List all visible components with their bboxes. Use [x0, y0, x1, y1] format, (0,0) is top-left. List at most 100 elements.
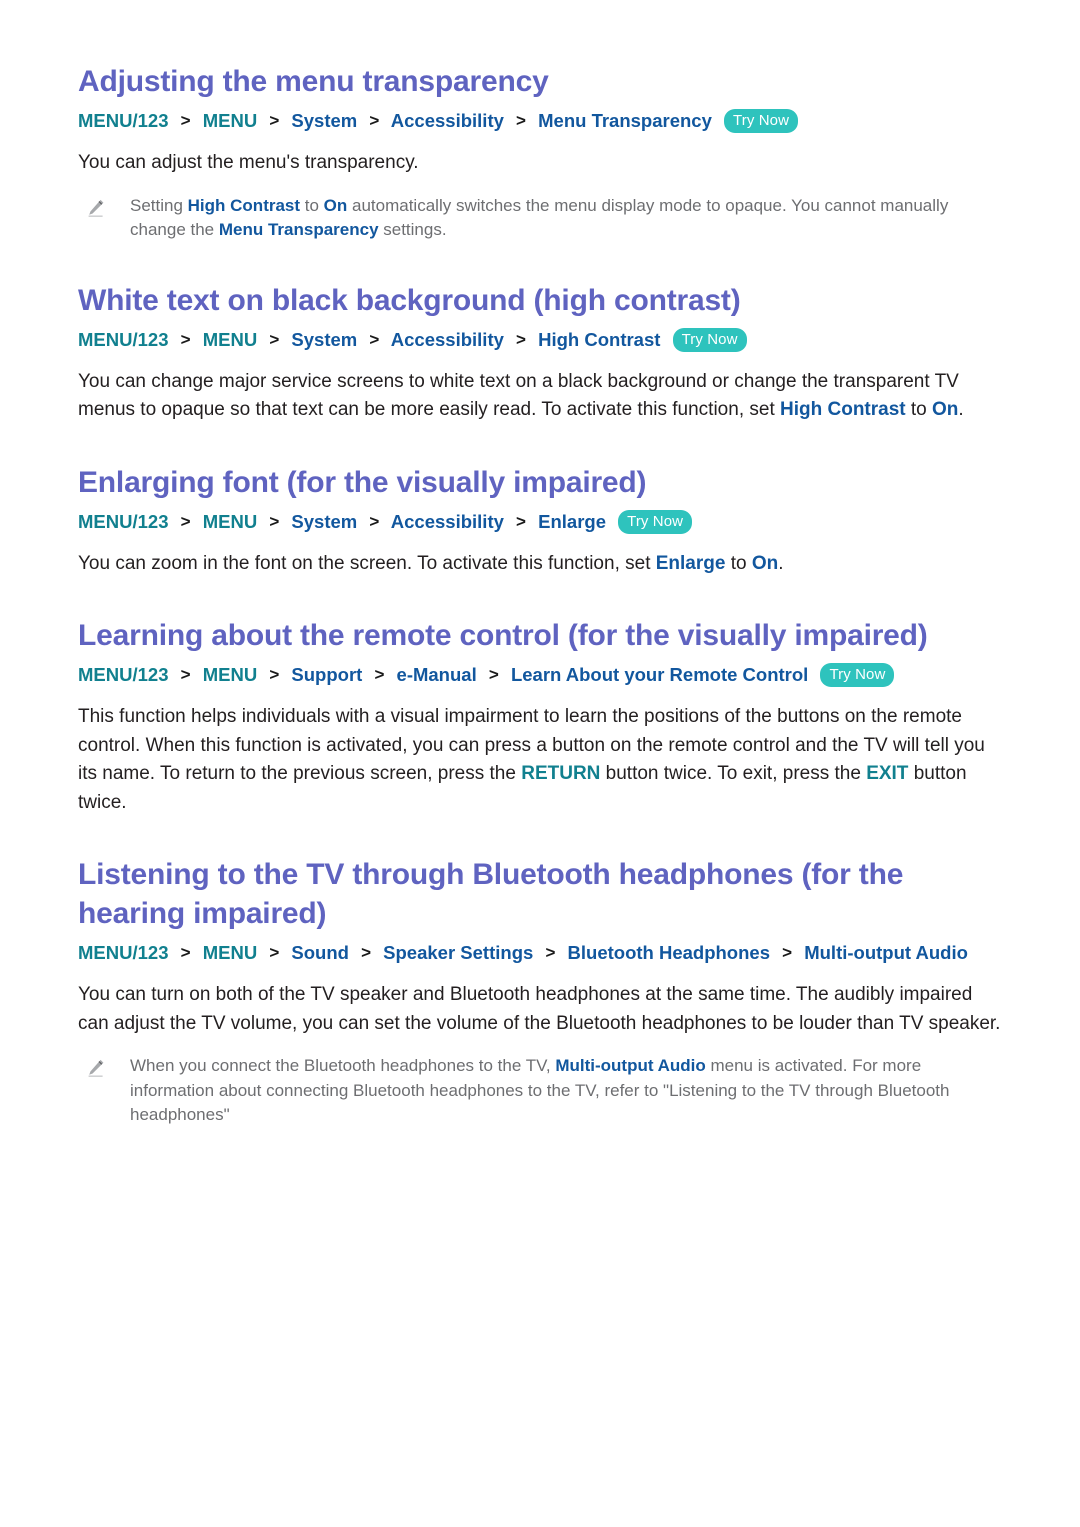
note-text: Setting High Contrast to On automaticall…	[130, 194, 1002, 243]
chevron-right-icon: >	[180, 111, 191, 130]
section-body: You can turn on both of the TV speaker a…	[78, 981, 1002, 1038]
breadcrumb-item-accessibility[interactable]: Accessibility	[391, 329, 504, 350]
section-high-contrast: White text on black background (high con…	[78, 281, 1002, 425]
section-learn-remote: Learning about the remote control (for t…	[78, 616, 1002, 817]
chevron-right-icon: >	[361, 943, 372, 962]
breadcrumb-item-menu-transparency[interactable]: Menu Transparency	[538, 110, 712, 131]
chevron-right-icon: >	[269, 943, 280, 962]
body-text-part3: .	[778, 552, 784, 574]
breadcrumb-item-high-contrast[interactable]: High Contrast	[538, 329, 660, 350]
breadcrumb-item-menu123[interactable]: MENU/123	[78, 511, 168, 532]
chevron-right-icon: >	[180, 511, 191, 531]
note-text-part4: settings.	[378, 220, 447, 239]
section-menu-transparency: Adjusting the menu transparency MENU/123…	[78, 62, 1002, 243]
chevron-right-icon: >	[180, 665, 191, 684]
body-text-part2: to	[725, 552, 752, 574]
body-highlight-on: On	[751, 552, 779, 574]
chevron-right-icon: >	[269, 111, 280, 130]
chevron-right-icon: >	[374, 665, 385, 684]
try-now-button[interactable]: Try Now	[618, 509, 693, 534]
chevron-right-icon: >	[269, 329, 280, 349]
note-highlight-on: On	[323, 195, 348, 215]
body-text-part2: button twice. To exit, press the	[600, 763, 867, 784]
note-text-part1: When you connect the Bluetooth headphone…	[130, 1056, 556, 1075]
body-text: You can adjust the menu's transparency.	[78, 152, 419, 173]
breadcrumb-item-menu[interactable]: MENU	[203, 942, 257, 963]
breadcrumb-item-system[interactable]: System	[291, 511, 357, 532]
breadcrumb-item-sound[interactable]: Sound	[291, 942, 349, 963]
chevron-right-icon: >	[516, 511, 526, 531]
chevron-right-icon: >	[180, 329, 191, 349]
chevron-right-icon: >	[782, 943, 793, 962]
body-text-part2: to	[905, 399, 933, 420]
body-highlight-enlarge: Enlarge	[655, 552, 726, 574]
chevron-right-icon: >	[516, 111, 526, 130]
breadcrumb: MENU/123 > MENU > System > Accessibility…	[78, 326, 1002, 355]
body-highlight-return: RETURN	[521, 763, 601, 784]
page-title: Learning about the remote control (for t…	[78, 619, 928, 652]
pencil-icon	[86, 194, 130, 243]
breadcrumb-item-e-manual[interactable]: e-Manual	[397, 664, 477, 685]
breadcrumb-item-learn-about-remote[interactable]: Learn About your Remote Control	[511, 664, 808, 685]
chevron-right-icon: >	[369, 329, 380, 349]
note-text-part1: Setting	[130, 195, 188, 215]
chevron-right-icon: >	[369, 111, 380, 130]
page-title: Listening to the TV through Bluetooth he…	[78, 858, 904, 930]
breadcrumb: MENU/123 > MENU > System > Accessibility…	[78, 107, 1002, 136]
breadcrumb-item-speaker-settings[interactable]: Speaker Settings	[383, 942, 533, 963]
pencil-icon	[86, 1054, 130, 1128]
chevron-right-icon: >	[269, 511, 280, 531]
breadcrumb-item-enlarge[interactable]: Enlarge	[538, 511, 606, 532]
note-highlight-multi-output-audio: Multi-output Audio	[555, 1056, 706, 1075]
section-body: You can adjust the menu's transparency.	[78, 149, 1002, 178]
page-title: White text on black background (high con…	[78, 283, 741, 317]
breadcrumb-item-multi-output-audio[interactable]: Multi-output Audio	[804, 942, 968, 963]
body-text-part1: You can zoom in the font on the screen. …	[78, 552, 656, 574]
breadcrumb-item-bluetooth-headphones[interactable]: Bluetooth Headphones	[568, 942, 770, 963]
breadcrumb-item-support[interactable]: Support	[291, 664, 362, 685]
chevron-right-icon: >	[516, 329, 526, 349]
note-block: When you connect the Bluetooth headphone…	[78, 1054, 1002, 1128]
body-text-part3: .	[958, 399, 964, 420]
note-highlight-high-contrast: High Contrast	[187, 195, 301, 215]
chevron-right-icon: >	[180, 943, 191, 962]
breadcrumb-item-system[interactable]: System	[291, 329, 357, 350]
note-text-part2: to	[300, 195, 324, 215]
note-text: When you connect the Bluetooth headphone…	[130, 1054, 1002, 1128]
breadcrumb: MENU/123 > MENU > Sound > Speaker Settin…	[78, 939, 1002, 968]
breadcrumb-item-menu123[interactable]: MENU/123	[78, 664, 168, 685]
chevron-right-icon: >	[369, 511, 380, 531]
note-highlight-menu-transparency: Menu Transparency	[218, 220, 379, 239]
manual-page: Adjusting the menu transparency MENU/123…	[0, 0, 1080, 1527]
breadcrumb-item-accessibility[interactable]: Accessibility	[391, 110, 504, 131]
page-title: Enlarging font (for the visually impaire…	[78, 465, 647, 499]
try-now-button[interactable]: Try Now	[672, 327, 747, 352]
page-title: Adjusting the menu transparency	[78, 65, 549, 98]
section-enlarge-font: Enlarging font (for the visually impaire…	[78, 463, 1002, 579]
chevron-right-icon: >	[269, 665, 280, 684]
chevron-right-icon: >	[488, 665, 499, 684]
try-now-button[interactable]: Try Now	[820, 663, 895, 687]
body-highlight-exit: EXIT	[866, 763, 909, 784]
chevron-right-icon: >	[545, 943, 556, 962]
breadcrumb: MENU/123 > MENU > System > Accessibility…	[78, 508, 1002, 537]
body-highlight-high-contrast: High Contrast	[780, 399, 906, 420]
section-body: You can zoom in the font on the screen. …	[78, 550, 1002, 579]
section-body: This function helps individuals with a v…	[78, 703, 1002, 817]
breadcrumb-item-menu123[interactable]: MENU/123	[78, 110, 168, 131]
breadcrumb-item-menu123[interactable]: MENU/123	[78, 942, 168, 963]
note-block: Setting High Contrast to On automaticall…	[78, 194, 1002, 243]
body-text: You can turn on both of the TV speaker a…	[78, 984, 1001, 1034]
breadcrumb-item-accessibility[interactable]: Accessibility	[391, 511, 504, 532]
breadcrumb-item-menu123[interactable]: MENU/123	[78, 329, 168, 350]
breadcrumb-item-system[interactable]: System	[291, 110, 357, 131]
breadcrumb: MENU/123 > MENU > Support > e-Manual > L…	[78, 661, 1002, 690]
breadcrumb-item-menu[interactable]: MENU	[203, 329, 257, 350]
body-highlight-on: On	[932, 399, 959, 420]
breadcrumb-item-menu[interactable]: MENU	[203, 511, 257, 532]
try-now-button[interactable]: Try Now	[724, 109, 799, 133]
breadcrumb-item-menu[interactable]: MENU	[203, 664, 257, 685]
section-bluetooth-headphones: Listening to the TV through Bluetooth he…	[78, 855, 1002, 1128]
section-body: You can change major service screens to …	[78, 368, 1002, 425]
breadcrumb-item-menu[interactable]: MENU	[203, 110, 257, 131]
